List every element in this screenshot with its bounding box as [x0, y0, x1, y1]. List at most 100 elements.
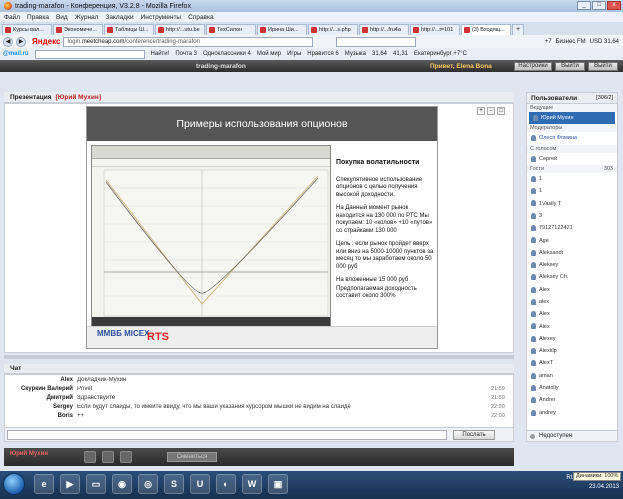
close-button[interactable]: x — [607, 1, 621, 10]
user-item[interactable]: Alex — [527, 320, 617, 332]
switch-button[interactable]: Смениться — [167, 452, 217, 462]
user-item[interactable]: aman — [527, 370, 617, 382]
user-item[interactable]: Aleksey — [527, 259, 617, 271]
volume-tooltip: Динамики: 100% — [573, 472, 622, 481]
media-player-icon[interactable]: ▶ — [60, 474, 80, 494]
browser-tab[interactable]: http://...s.php — [308, 24, 358, 35]
mailru-find-button[interactable]: Найти! — [151, 51, 170, 57]
group-moderators: Модераторы — [527, 124, 617, 133]
browser-tab[interactable]: http://...t=101 — [410, 24, 460, 35]
firefox-taskbar-icon[interactable]: ◉ — [112, 474, 132, 494]
camera-icon[interactable] — [102, 451, 114, 463]
mailru-odnoklassniki[interactable]: Одноклассники 4 — [203, 51, 251, 57]
chat-nick: Sergey — [52, 403, 73, 410]
user-item[interactable]: andrey — [527, 407, 617, 419]
browser-tab[interactable]: http://...utu.be — [155, 24, 205, 35]
conference-header: trading-marafon Привет, Elena Bona Настр… — [0, 60, 623, 72]
chat-message: Скуркин Валерий Privet 21:59 — [5, 384, 513, 393]
skype-icon[interactable]: S — [164, 474, 184, 494]
chat-input[interactable] — [7, 430, 447, 440]
users-panel: Пользователи [306/2] Ведущие Юрий Мухин … — [526, 92, 618, 442]
user-item[interactable]: Alex — [527, 308, 617, 320]
user-item-voice[interactable]: Сергей — [527, 153, 617, 165]
user-item[interactable]: Alexklp — [527, 345, 617, 357]
volume-icon[interactable] — [120, 451, 132, 463]
maximize-button[interactable]: □ — [592, 1, 606, 10]
firefox-icon — [4, 2, 12, 10]
send-button[interactable]: Послать — [453, 430, 495, 440]
menu-tools[interactable]: Инструменты — [141, 14, 182, 21]
media-icon[interactable]: ◐ — [216, 474, 236, 494]
explorer-icon[interactable]: e — [34, 474, 54, 494]
user-item[interactable]: Andrei — [527, 394, 617, 406]
user-item[interactable]: Age — [527, 234, 617, 246]
search-input[interactable] — [336, 36, 417, 47]
browser-tab[interactable]: Экономиче... — [53, 24, 103, 35]
mailru-mail[interactable]: Почта 3 — [175, 51, 197, 57]
chat-input-row: Послать — [4, 427, 514, 442]
zoom-in-icon[interactable]: + — [477, 107, 485, 115]
word-icon[interactable]: W — [242, 474, 262, 494]
settings-button[interactable]: Настройки — [514, 62, 552, 71]
browser-tab-active[interactable]: (3) Входящ... — [461, 24, 511, 35]
browser-tab[interactable]: http://...fru4a — [359, 24, 409, 35]
minimize-button[interactable]: _ — [577, 1, 591, 10]
user-item[interactable]: alex — [527, 296, 617, 308]
start-button-icon[interactable] — [3, 473, 25, 495]
u-app-icon[interactable]: U — [190, 474, 210, 494]
mailru-rate2: 41,31 — [393, 51, 409, 57]
mailru-myworld[interactable]: Мой мир — [257, 51, 281, 57]
status-select[interactable]: Недоступен — [526, 430, 618, 442]
user-item[interactable]: 1 — [527, 173, 617, 185]
user-item[interactable]: Anatoliy — [527, 382, 617, 394]
user-item[interactable]: Alex — [527, 284, 617, 296]
menu-history[interactable]: Журнал — [75, 14, 99, 21]
slide-chart-screenshot — [91, 145, 331, 328]
folder-icon[interactable]: ▭ — [86, 474, 106, 494]
user-item[interactable]: Aleksey Ch. — [527, 271, 617, 283]
app-icon[interactable]: ▣ — [268, 474, 288, 494]
microphone-icon[interactable] — [84, 451, 96, 463]
mailru-search-input[interactable] — [34, 49, 145, 59]
fullscreen-icon[interactable]: □ — [497, 107, 505, 115]
menu-help[interactable]: Справка — [188, 14, 214, 21]
mailru-music[interactable]: Музыка — [345, 51, 366, 57]
url-bar[interactable]: login.meetcheap.com/conference/trading-m… — [63, 36, 314, 47]
menu-bookmarks[interactable]: Закладки — [105, 14, 133, 21]
user-item[interactable]: 1 — [527, 185, 617, 197]
splitter-handle[interactable] — [4, 355, 514, 359]
slide-heading: Покупка волатильности — [336, 159, 420, 166]
new-tab-button[interactable]: + — [512, 24, 524, 35]
chrome-icon[interactable]: ◎ — [138, 474, 158, 494]
window-title: trading-marafon - Конференция, V3.2.8 - … — [15, 2, 191, 10]
mailru-logo[interactable]: @mail.ru — [3, 51, 29, 57]
chat-time: 22:00 — [491, 412, 505, 419]
mailru-likes[interactable]: Нравится 6 — [307, 51, 338, 57]
zoom-out-icon[interactable]: - — [487, 107, 495, 115]
browser-tab[interactable]: Курсы вал... — [2, 24, 52, 35]
user-item[interactable]: 3 — [527, 210, 617, 222]
mailru-games[interactable]: Игры — [287, 51, 301, 57]
back-icon[interactable]: ◀ — [3, 36, 13, 47]
chat-header: Чат — [4, 364, 514, 374]
exit-button[interactable]: Выйти — [588, 62, 618, 71]
leave-button[interactable]: Выйти — [555, 62, 585, 71]
menu-bar: Файл Правка Вид Журнал Закладки Инструме… — [0, 12, 623, 22]
browser-tab[interactable]: Ирина Ши... — [257, 24, 307, 35]
user-item-moderator[interactable]: Олеся Фомина — [527, 132, 617, 144]
menu-file[interactable]: Файл — [4, 14, 20, 21]
browser-tab[interactable]: Таблицы Ш... — [104, 24, 154, 35]
user-item[interactable]: AlexT — [527, 357, 617, 369]
mailru-city-weather: Екатеринбург +7°C — [414, 51, 468, 57]
user-item[interactable]: 79127122421 — [527, 222, 617, 234]
radio-business-fm[interactable]: Бизнес FM — [556, 39, 586, 45]
menu-view[interactable]: Вид — [56, 14, 68, 21]
menu-edit[interactable]: Правка — [27, 14, 49, 21]
user-item[interactable]: Alexey — [527, 333, 617, 345]
user-item-lead[interactable]: Юрий Мухин — [529, 112, 615, 125]
forward-icon[interactable]: ▶ — [16, 36, 26, 47]
user-item[interactable]: 1Vasily T — [527, 197, 617, 209]
slide-paragraph-4: На вложенные 15 000 руб — [336, 277, 409, 283]
user-item[interactable]: Aleksandr — [527, 247, 617, 259]
browser-tab[interactable]: ТехСилон — [206, 24, 256, 35]
